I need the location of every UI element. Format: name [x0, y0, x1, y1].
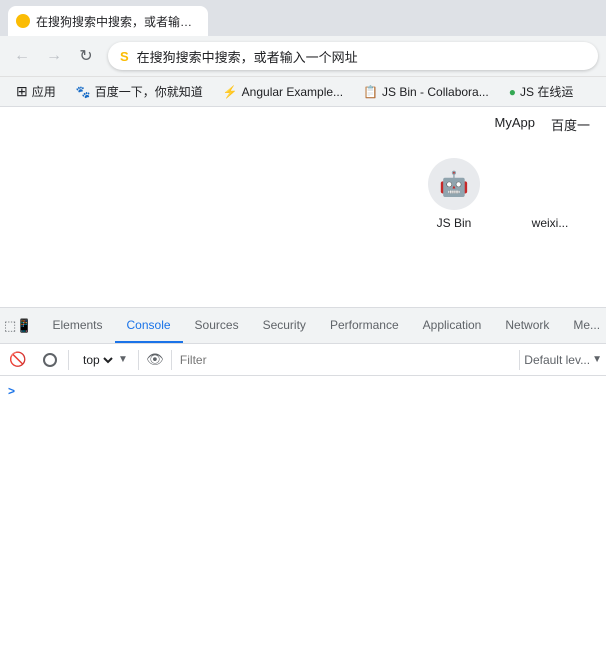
bookmark-label: 应用 [32, 83, 56, 100]
jsbin-card-icon: 🤖 [428, 158, 480, 210]
myapp-link[interactable]: MyApp [495, 115, 535, 134]
bookmarks-bar: ⊞ 应用 🐾 百度一下，你就知道 ⚡ Angular Example... 📋 … [0, 76, 606, 106]
context-selector[interactable]: top ▼ [73, 350, 134, 370]
robot-icon: 🤖 [439, 170, 469, 199]
weixi-card: weixi... [510, 158, 590, 230]
tab-elements[interactable]: Elements [40, 308, 114, 343]
console-toolbar: 🚫 top ▼ 👁 Default lev... ▼ [0, 344, 606, 376]
bookmark-label: 百度一下，你就知道 [95, 83, 203, 100]
chevron-down-icon: ▼ [118, 354, 128, 365]
default-level-text: Default lev... [524, 353, 590, 367]
jsbin-icon: 📋 [363, 85, 378, 99]
console-separator-3 [171, 350, 172, 370]
tab-title: 在搜狗搜索中搜索，或者输入一个网址 [36, 13, 200, 30]
tab-more[interactable]: Me... [561, 308, 606, 343]
console-separator-4 [519, 350, 520, 370]
address-text: 在搜狗搜索中搜索，或者输入一个网址 [137, 47, 586, 66]
jsbin-card-label: JS Bin [437, 216, 472, 230]
bookmark-apps[interactable]: ⊞ 应用 [8, 81, 64, 102]
console-prompt[interactable]: > [8, 384, 598, 398]
console-separator-1 [68, 350, 69, 370]
console-content: > [0, 376, 606, 576]
tab-favicon [16, 14, 30, 28]
reload-icon: ↻ [79, 46, 92, 66]
filter-input[interactable] [176, 348, 515, 372]
default-level-dropdown[interactable]: Default lev... ▼ [524, 353, 602, 367]
page-content: MyApp 百度一 🤖 JS Bin weixi... [0, 107, 606, 307]
bookmark-jsbin[interactable]: 📋 JS Bin - Collabora... [355, 83, 497, 101]
bookmark-label: JS 在线运 [520, 83, 573, 100]
device-icon: 📱 [16, 318, 32, 334]
back-icon: ← [14, 47, 30, 65]
angular-icon: ⚡ [223, 85, 238, 99]
device-toggle-button[interactable]: 📱 [16, 312, 32, 340]
tab-security[interactable]: Security [251, 308, 318, 343]
reload-button[interactable]: ↻ [72, 42, 100, 70]
jsbin-card: 🤖 JS Bin [414, 158, 494, 230]
ban-icon: 🚫 [9, 351, 26, 368]
baidu-link[interactable]: 百度一 [551, 115, 590, 134]
address-bar: ← → ↻ S 在搜狗搜索中搜索，或者输入一个网址 [0, 36, 606, 76]
eye-button[interactable]: 👁 [143, 348, 167, 372]
preserve-log-button[interactable] [36, 346, 64, 374]
address-input[interactable]: S 在搜狗搜索中搜索，或者输入一个网址 [108, 42, 598, 70]
weixi-card-label: weixi... [532, 216, 569, 230]
clear-console-button[interactable]: 🚫 [4, 346, 32, 374]
prompt-arrow: > [8, 384, 15, 398]
console-separator-2 [138, 350, 139, 370]
search-icon: S [120, 49, 129, 64]
card-area: 🤖 JS Bin weixi... [0, 142, 606, 246]
inspect-element-button[interactable]: ⬚ [4, 312, 16, 340]
tab-network[interactable]: Network [493, 308, 561, 343]
circle-icon [43, 353, 57, 367]
devtools-tabbar: ⬚ 📱 Elements Console Sources Security Pe… [0, 308, 606, 344]
page-top-links: MyApp 百度一 [0, 107, 606, 142]
bookmark-label: JS Bin - Collabora... [382, 85, 489, 99]
tab-sources[interactable]: Sources [183, 308, 251, 343]
active-tab[interactable]: 在搜狗搜索中搜索，或者输入一个网址 [8, 6, 208, 36]
bookmark-label: Angular Example... [242, 85, 343, 99]
tab-application[interactable]: Application [411, 308, 494, 343]
forward-icon: → [46, 47, 62, 65]
eye-icon: 👁 [146, 351, 164, 368]
devtools-tabs: Elements Console Sources Security Perfor… [40, 308, 606, 343]
tab-console[interactable]: Console [115, 308, 183, 343]
apps-grid-icon: ⊞ [16, 83, 28, 100]
cursor-icon: ⬚ [4, 318, 16, 334]
bookmark-jsonline[interactable]: ● JS 在线运 [501, 81, 582, 102]
tab-performance[interactable]: Performance [318, 308, 411, 343]
back-button[interactable]: ← [8, 42, 36, 70]
chevron-down-icon-level: ▼ [592, 354, 602, 365]
jsonline-icon: ● [509, 85, 516, 99]
nav-buttons: ← → ↻ [8, 42, 100, 70]
context-dropdown[interactable]: top [79, 352, 116, 368]
bookmark-angular[interactable]: ⚡ Angular Example... [215, 83, 351, 101]
bookmark-baidu[interactable]: 🐾 百度一下，你就知道 [68, 81, 211, 102]
baidu-icon: 🐾 [76, 85, 91, 99]
devtools-panel: ⬚ 📱 Elements Console Sources Security Pe… [0, 307, 606, 576]
forward-button[interactable]: → [40, 42, 68, 70]
